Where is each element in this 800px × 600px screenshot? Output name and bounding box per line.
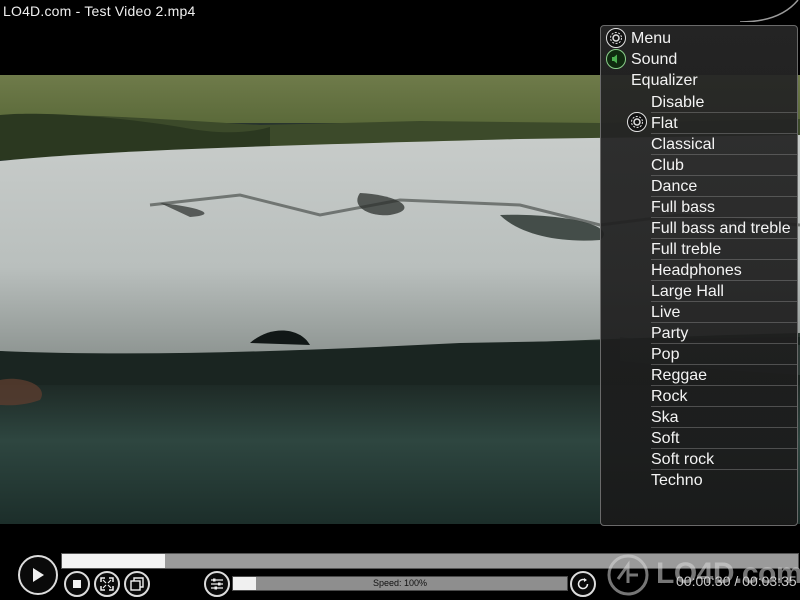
preset-headphones[interactable]: Headphones bbox=[651, 260, 797, 281]
watermark-text: LO4D.com bbox=[656, 557, 800, 590]
preset-pop[interactable]: Pop bbox=[651, 344, 797, 365]
preset-full-treble[interactable]: Full treble bbox=[651, 239, 797, 260]
preset-reggae[interactable]: Reggae bbox=[651, 365, 797, 386]
lo4d-logo-icon bbox=[607, 554, 649, 596]
equalizer-icon bbox=[211, 578, 223, 590]
fullscreen-icon bbox=[100, 577, 114, 591]
title-file: Test Video 2.mp4 bbox=[84, 3, 196, 19]
settings-gear-icon[interactable] bbox=[606, 28, 626, 48]
preset-club[interactable]: Club bbox=[651, 155, 797, 176]
preset-classical[interactable]: Classical bbox=[651, 134, 797, 155]
title-bar: LO4D.com - Test Video 2.mp4 bbox=[0, 0, 800, 22]
preset-live[interactable]: Live bbox=[651, 302, 797, 323]
preset-rock[interactable]: Rock bbox=[651, 386, 797, 407]
equalizer-button[interactable] bbox=[204, 571, 230, 597]
speed-slider[interactable]: Speed: 100% bbox=[232, 576, 568, 591]
speaker-icon[interactable] bbox=[606, 49, 626, 69]
play-button[interactable] bbox=[18, 555, 58, 595]
play-icon bbox=[33, 568, 44, 582]
stop-button[interactable] bbox=[64, 571, 90, 597]
menu-item-sound[interactable]: Sound bbox=[631, 49, 677, 70]
title-separator: - bbox=[71, 3, 85, 19]
speed-label: Speed: 100% bbox=[372, 578, 428, 588]
window-title: LO4D.com - Test Video 2.mp4 bbox=[3, 3, 195, 19]
preset-soft-rock[interactable]: Soft rock bbox=[651, 449, 797, 470]
preset-techno[interactable]: Techno bbox=[651, 470, 797, 491]
preset-soft[interactable]: Soft bbox=[651, 428, 797, 449]
menu-panel: Menu Sound Equalizer Disable Flat Classi… bbox=[600, 25, 798, 526]
fullscreen-button[interactable] bbox=[94, 571, 120, 597]
selected-check-icon bbox=[627, 112, 647, 132]
preset-ska[interactable]: Ska bbox=[651, 407, 797, 428]
preset-full-bass[interactable]: Full bass bbox=[651, 197, 797, 218]
preset-full-bass-and-treble[interactable]: Full bass and treble bbox=[651, 218, 797, 239]
preset-disable[interactable]: Disable bbox=[651, 92, 797, 113]
seek-bar-progress bbox=[62, 554, 166, 568]
preset-large-hall[interactable]: Large Hall bbox=[651, 281, 797, 302]
menu-item-menu[interactable]: Menu bbox=[631, 28, 671, 49]
preset-dance[interactable]: Dance bbox=[651, 176, 797, 197]
title-site: LO4D.com bbox=[3, 3, 72, 19]
preset-flat[interactable]: Flat bbox=[651, 113, 797, 134]
lo4d-watermark: LO4D.com bbox=[606, 553, 800, 597]
titlebar-curve-decoration bbox=[740, 0, 799, 22]
stop-icon bbox=[73, 580, 81, 588]
preset-party[interactable]: Party bbox=[651, 323, 797, 344]
snapshot-button[interactable] bbox=[124, 571, 150, 597]
loop-button[interactable] bbox=[570, 571, 596, 597]
snapshot-icon bbox=[130, 577, 144, 591]
menu-item-equalizer[interactable]: Equalizer bbox=[631, 70, 698, 91]
loop-icon bbox=[577, 578, 589, 590]
